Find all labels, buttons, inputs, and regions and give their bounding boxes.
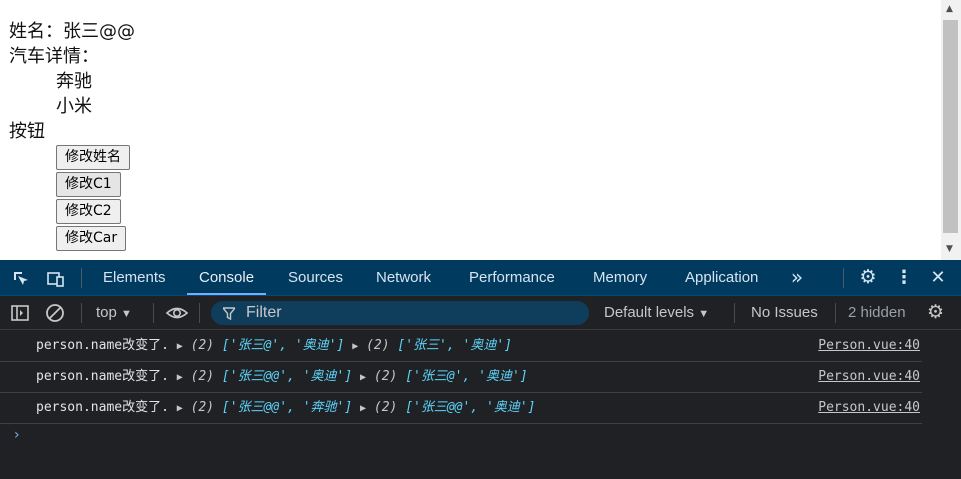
clear-console-icon[interactable] [45,296,65,329]
sidebar-toggle-icon[interactable] [10,296,30,329]
console-prompt-icon[interactable]: › [14,427,20,443]
levels-label: Default levels [604,304,695,321]
array-count: (2) [373,400,398,415]
expand-triangle-icon[interactable]: ▶ [360,403,366,414]
devtools-panel: Elements Console Sources Network Perform… [0,260,961,479]
live-expression-eye-icon[interactable] [165,296,189,329]
change-name-button[interactable]: 修改姓名 [56,145,130,170]
change-c1-button[interactable]: 修改C1 [56,172,121,197]
log-message: person.name改变了. ▶ (2) ['张三@@', '奔驰'] ▶ (… [36,392,535,424]
source-link[interactable]: Person.vue:40 [818,392,920,423]
array-count: (2) [373,369,398,384]
source-link[interactable]: Person.vue:40 [818,361,920,392]
car-item: 奔驰 [56,71,92,92]
expand-triangle-icon[interactable]: ▶ [352,341,358,352]
array-value: ['张三@', '奥迪'] [405,369,528,384]
log-prefix: person.name改变了. [36,369,169,384]
scroll-down-icon[interactable]: ▼ [946,244,953,254]
log-prefix: person.name改变了. [36,400,169,415]
source-link[interactable]: Person.vue:40 [818,330,920,361]
change-c2-button[interactable]: 修改C2 [56,199,121,224]
log-row: person.name改变了. ▶ (2) ['张三@@', '奔驰'] ▶ (… [0,392,922,424]
page-content: 姓名：张三@@ 汽车详情： 奔驰 小米 按钮 修改姓名 修改C1 修改C2 修改… [0,0,941,260]
filter-placeholder: Filter [246,304,282,321]
array-value: ['张三@@', '奥迪'] [405,400,536,415]
log-prefix: person.name改变了. [36,338,169,353]
tab-application[interactable]: Application [685,260,758,295]
context-selector[interactable]: top ▼ [96,296,132,329]
device-toolbar-icon[interactable] [44,260,68,295]
tab-network[interactable]: Network [376,260,431,295]
tab-console[interactable]: Console [186,260,267,295]
devtools-tabbar: Elements Console Sources Network Perform… [0,260,961,296]
page-scrollbar[interactable]: ▲ ▼ [941,0,961,260]
log-message: person.name改变了. ▶ (2) ['张三@@', '奥迪'] ▶ (… [36,361,528,393]
context-label: top [96,304,117,321]
log-message: person.name改变了. ▶ (2) ['张三@', '奥迪'] ▶ (2… [36,330,512,362]
hidden-count: 2 hidden [848,304,906,321]
array-count: (2) [190,338,215,353]
expand-triangle-icon[interactable]: ▶ [177,403,183,414]
array-value: ['张三@@', '奥迪'] [221,369,353,384]
tab-sources[interactable]: Sources [288,260,343,295]
separator [734,303,735,323]
console-toolbar: top ▼ Filter Default levels ▼ No Issues … [0,296,961,330]
more-options-icon[interactable]: ⋮ [893,260,915,295]
chevron-down-icon: ▼ [698,308,710,320]
console-settings-gear-icon[interactable]: ⚙ [927,296,944,329]
buttons-label: 按钮 [9,121,45,142]
filter-funnel-icon [221,301,237,325]
separator [843,268,844,288]
separator [199,303,200,323]
inspect-element-icon[interactable] [10,260,32,295]
settings-gear-icon[interactable]: ⚙ [857,260,879,295]
tab-performance[interactable]: Performance [469,260,555,295]
expand-triangle-icon[interactable]: ▶ [177,341,183,352]
array-count: (2) [366,338,390,353]
tab-memory[interactable]: Memory [593,260,647,295]
expand-triangle-icon[interactable]: ▶ [177,372,183,383]
separator [81,268,82,288]
array-count: (2) [190,369,215,384]
chevron-down-icon: ▼ [121,308,132,320]
change-car-button[interactable]: 修改Car [56,226,127,251]
scrollbar-thumb[interactable] [943,20,958,233]
expand-triangle-icon[interactable]: ▶ [360,372,366,383]
tab-elements[interactable]: Elements [103,260,166,295]
array-count: (2) [190,400,215,415]
log-row: person.name改变了. ▶ (2) ['张三@@', '奥迪'] ▶ (… [0,361,922,393]
car-details-label: 汽车详情： [9,46,99,67]
log-row: person.name改变了. ▶ (2) ['张三@', '奥迪'] ▶ (2… [0,330,922,362]
issues-button[interactable]: No Issues [751,296,818,329]
array-value: ['张三@@', '奔驰'] [221,400,353,415]
separator [153,303,154,323]
separator [81,303,82,323]
more-tabs-icon[interactable]: » [787,260,807,295]
array-value: ['张三@', '奥迪'] [221,338,345,353]
separator [835,303,836,323]
car-item: 小米 [56,96,92,117]
log-levels-dropdown[interactable]: Default levels ▼ [604,296,709,329]
array-value: ['张三', '奥迪'] [397,338,512,353]
name-text: 姓名：张三@@ [9,21,135,42]
close-devtools-icon[interactable]: ✕ [927,260,949,295]
scroll-up-icon[interactable]: ▲ [946,4,953,14]
filter-input[interactable]: Filter [211,301,589,325]
